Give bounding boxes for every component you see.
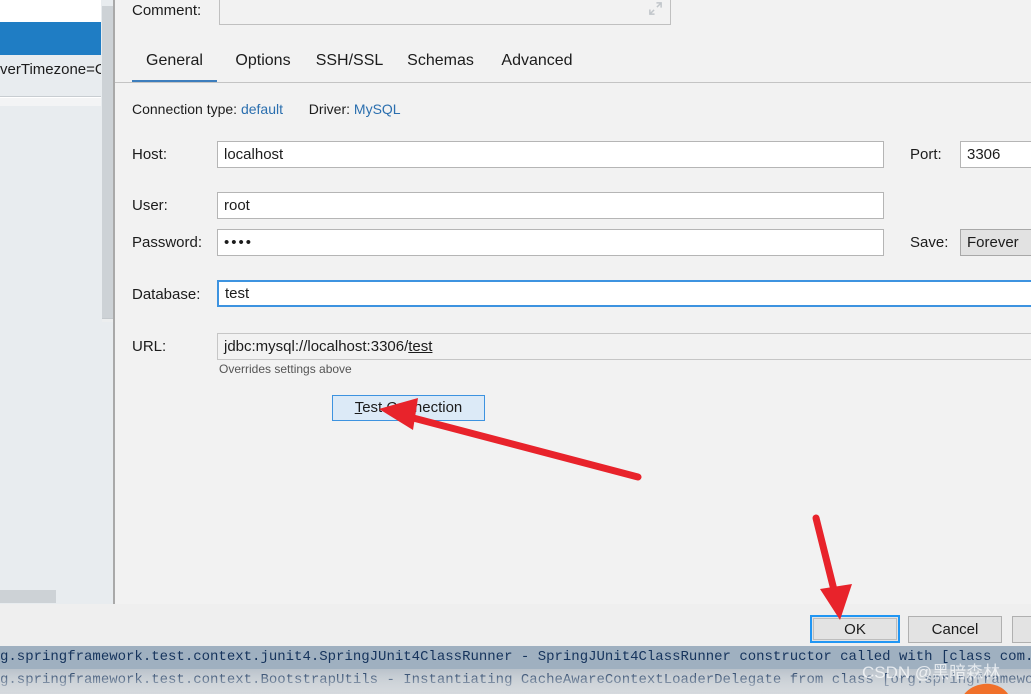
background-left-panel: verTimezone=G [0, 0, 115, 604]
driver-label: Driver: [308, 101, 351, 117]
driver-value[interactable]: MySQL [354, 101, 401, 117]
cancel-button[interactable]: Cancel [908, 616, 1002, 643]
host-input[interactable]: localhost [217, 141, 884, 168]
test-connection-label: est Connection [362, 399, 463, 416]
left-panel-horizontal-scrollbar-thumb[interactable] [0, 590, 56, 603]
port-input[interactable]: 3306 [960, 141, 1031, 168]
left-panel-top-gap [0, 0, 101, 22]
tab-options[interactable]: Options [224, 44, 302, 83]
comment-label: Comment: [132, 2, 202, 19]
tab-ssh-ssl[interactable]: SSH/SSL [307, 44, 392, 83]
console-output-panel: g.springframework.test.context.junit4.Sp… [0, 646, 1031, 694]
console-line-1: g.springframework.test.context.junit4.Sp… [0, 646, 1031, 669]
connection-type-row: Connection type: default Driver: MySQL [132, 101, 401, 117]
url-prefix-text: jdbc:mysql://localhost:3306/ [224, 338, 409, 355]
console-line-2: g.springframework.test.context.Bootstrap… [0, 669, 1031, 692]
tab-advanced-label: Advanced [501, 52, 573, 69]
ok-button[interactable]: OK [813, 618, 897, 640]
left-panel-lower-area [0, 98, 101, 106]
tab-ssh-ssl-label: SSH/SSL [315, 52, 384, 69]
password-label: Password: [132, 234, 203, 251]
database-input[interactable]: test [217, 280, 1031, 307]
password-input[interactable]: •••• [217, 229, 884, 256]
user-label: User: [132, 197, 168, 214]
comment-input[interactable] [219, 0, 671, 25]
url-database-segment: test [408, 338, 433, 355]
tab-general-label: General [146, 52, 203, 69]
tab-schemas[interactable]: Schemas [398, 44, 483, 83]
url-label: URL: [132, 338, 167, 355]
help-button[interactable] [1012, 616, 1031, 643]
url-helper-text: Overrides settings above [219, 362, 352, 376]
url-field[interactable]: jdbc:mysql://localhost:3306/test [217, 333, 1031, 360]
tab-general[interactable]: General [132, 44, 217, 83]
ok-button-focus-ring: OK [810, 615, 900, 643]
save-label: Save: [910, 234, 949, 251]
host-label: Host: [132, 146, 168, 163]
save-dropdown[interactable]: Forever [960, 229, 1031, 256]
connection-type-label: Connection type: [132, 101, 238, 117]
port-label: Port: [910, 146, 942, 163]
data-source-dialog: Comment: General Options SSH/SSL Schemas… [115, 0, 1031, 604]
left-panel-selected-row[interactable] [0, 22, 101, 55]
test-connection-button[interactable]: Test Connection [332, 395, 485, 421]
tab-schemas-label: Schemas [407, 52, 474, 69]
left-panel-truncated-text: verTimezone=G [0, 55, 107, 85]
database-label: Database: [132, 286, 201, 303]
comment-row: Comment: [115, 0, 1031, 33]
settings-tab-bar: General Options SSH/SSL Schemas Advanced [115, 44, 1031, 83]
tab-options-label: Options [235, 52, 291, 69]
connection-type-value[interactable]: default [241, 101, 283, 117]
expand-diagonal-icon[interactable] [648, 1, 663, 16]
user-input[interactable]: root [217, 192, 884, 219]
tab-bar-separator [115, 82, 1031, 83]
tab-advanced[interactable]: Advanced [491, 44, 583, 83]
screen-root: verTimezone=G Comment: General Options S… [0, 0, 1031, 694]
